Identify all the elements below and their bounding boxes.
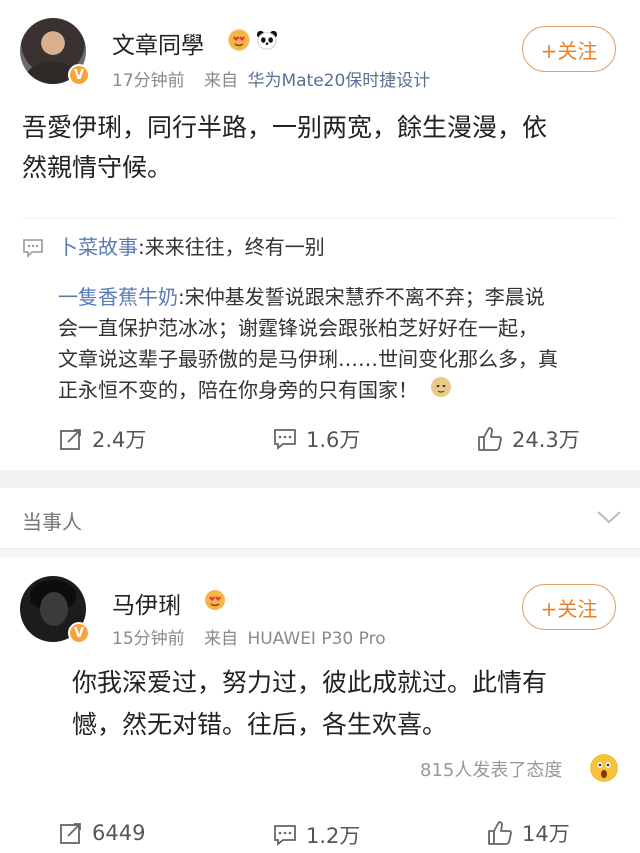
surprised-emoji-icon[interactable] (590, 754, 618, 782)
post-content-line: 憾，然无对错。往后，各生欢喜。 (72, 710, 448, 739)
section-separator (0, 470, 640, 488)
comment-text: :来来往往，终有一别 (138, 235, 325, 259)
follow-button[interactable]: +关注 (522, 584, 616, 630)
post-content-line: 然親情守候。 (22, 153, 173, 182)
post-content-line: 吾愛伊琍，同行半路，一别两宽，餘生漫漫，依 (22, 113, 548, 142)
comment-bubble-icon (22, 238, 44, 262)
author-name[interactable]: 文章同學 (112, 26, 204, 60)
repost-button[interactable]: 2.4万 (58, 424, 146, 454)
verified-badge: V (68, 622, 90, 644)
repost-icon (60, 823, 81, 844)
post-content-line: 你我深爱过，努力过，彼此成就过。此情有 (72, 668, 548, 697)
comment-author[interactable]: 卜菜故事 (58, 235, 138, 259)
like-button[interactable]: 24.3万 (476, 424, 580, 454)
section-separator (0, 549, 640, 557)
comment-text: 文章说这辈子最骄傲的是马伊琍……世间变化那么多，真 (58, 347, 558, 371)
post-content: 吾愛伊琍，同行半路，一别两宽，餘生漫漫，依 然親情守候。 (22, 108, 547, 188)
source-device[interactable]: HUAWEI P30 Pro (247, 629, 385, 649)
comment-text: 正永恒不变的，陪在你身旁的只有国家！ (58, 378, 418, 402)
like-button[interactable]: 14万 (486, 818, 570, 848)
comment-count: 1.6万 (306, 428, 361, 452)
comment-icon (274, 825, 296, 846)
comment-text: 会一直保护范冰冰；谢霆锋说会跟张柏芝好好在一起， (58, 316, 538, 340)
post-time: 17分钟前 (112, 71, 185, 91)
repost-icon (60, 429, 81, 450)
source-prefix: 来自 (204, 71, 239, 91)
panda-icon (256, 29, 278, 51)
thumbs-up-icon (488, 821, 512, 845)
comment-button[interactable]: 1.6万 (272, 424, 360, 454)
comment-item[interactable]: 一隻香蕉牛奶:宋仲基发誓说跟宋慧乔不离不弃；李晨说 会一直保护范冰冰；谢霆锋说会… (58, 282, 623, 407)
comment-button[interactable]: 1.2万 (272, 820, 360, 850)
source-prefix: 来自 (204, 629, 239, 649)
attitude-count[interactable]: 815人发表了态度 (420, 756, 562, 782)
like-count: 24.3万 (512, 428, 580, 452)
doge-emoji-icon (430, 376, 452, 407)
verified-badge: V (68, 64, 90, 86)
repost-button[interactable]: 6449 (58, 820, 145, 846)
comment-text: :宋仲基发誓说跟宋慧乔不离不弃；李晨说 (178, 285, 545, 309)
lover-face-icon (204, 589, 226, 611)
lover-face-icon (228, 29, 250, 51)
comment-author[interactable]: 一隻香蕉牛奶 (58, 285, 178, 309)
source-device[interactable]: 华为Mate20保时捷设计 (247, 71, 430, 91)
follow-button[interactable]: +关注 (522, 26, 616, 72)
repost-count: 6449 (92, 821, 146, 845)
chevron-down-icon[interactable] (596, 508, 622, 530)
like-count: 14万 (522, 822, 570, 846)
section-label: 当事人 (22, 510, 82, 534)
author-name[interactable]: 马伊琍 (112, 586, 181, 620)
comment-count: 1.2万 (306, 824, 361, 848)
repost-count: 2.4万 (92, 428, 147, 452)
thumbs-up-icon (478, 427, 502, 451)
post-time: 15分钟前 (112, 629, 185, 649)
post-content: 你我深爱过，努力过，彼此成就过。此情有 憾，然无对错。往后，各生欢喜。 (72, 662, 547, 746)
comment-item[interactable]: 卜菜故事:来来往往，终有一别 (58, 232, 325, 263)
comment-icon (274, 429, 296, 450)
